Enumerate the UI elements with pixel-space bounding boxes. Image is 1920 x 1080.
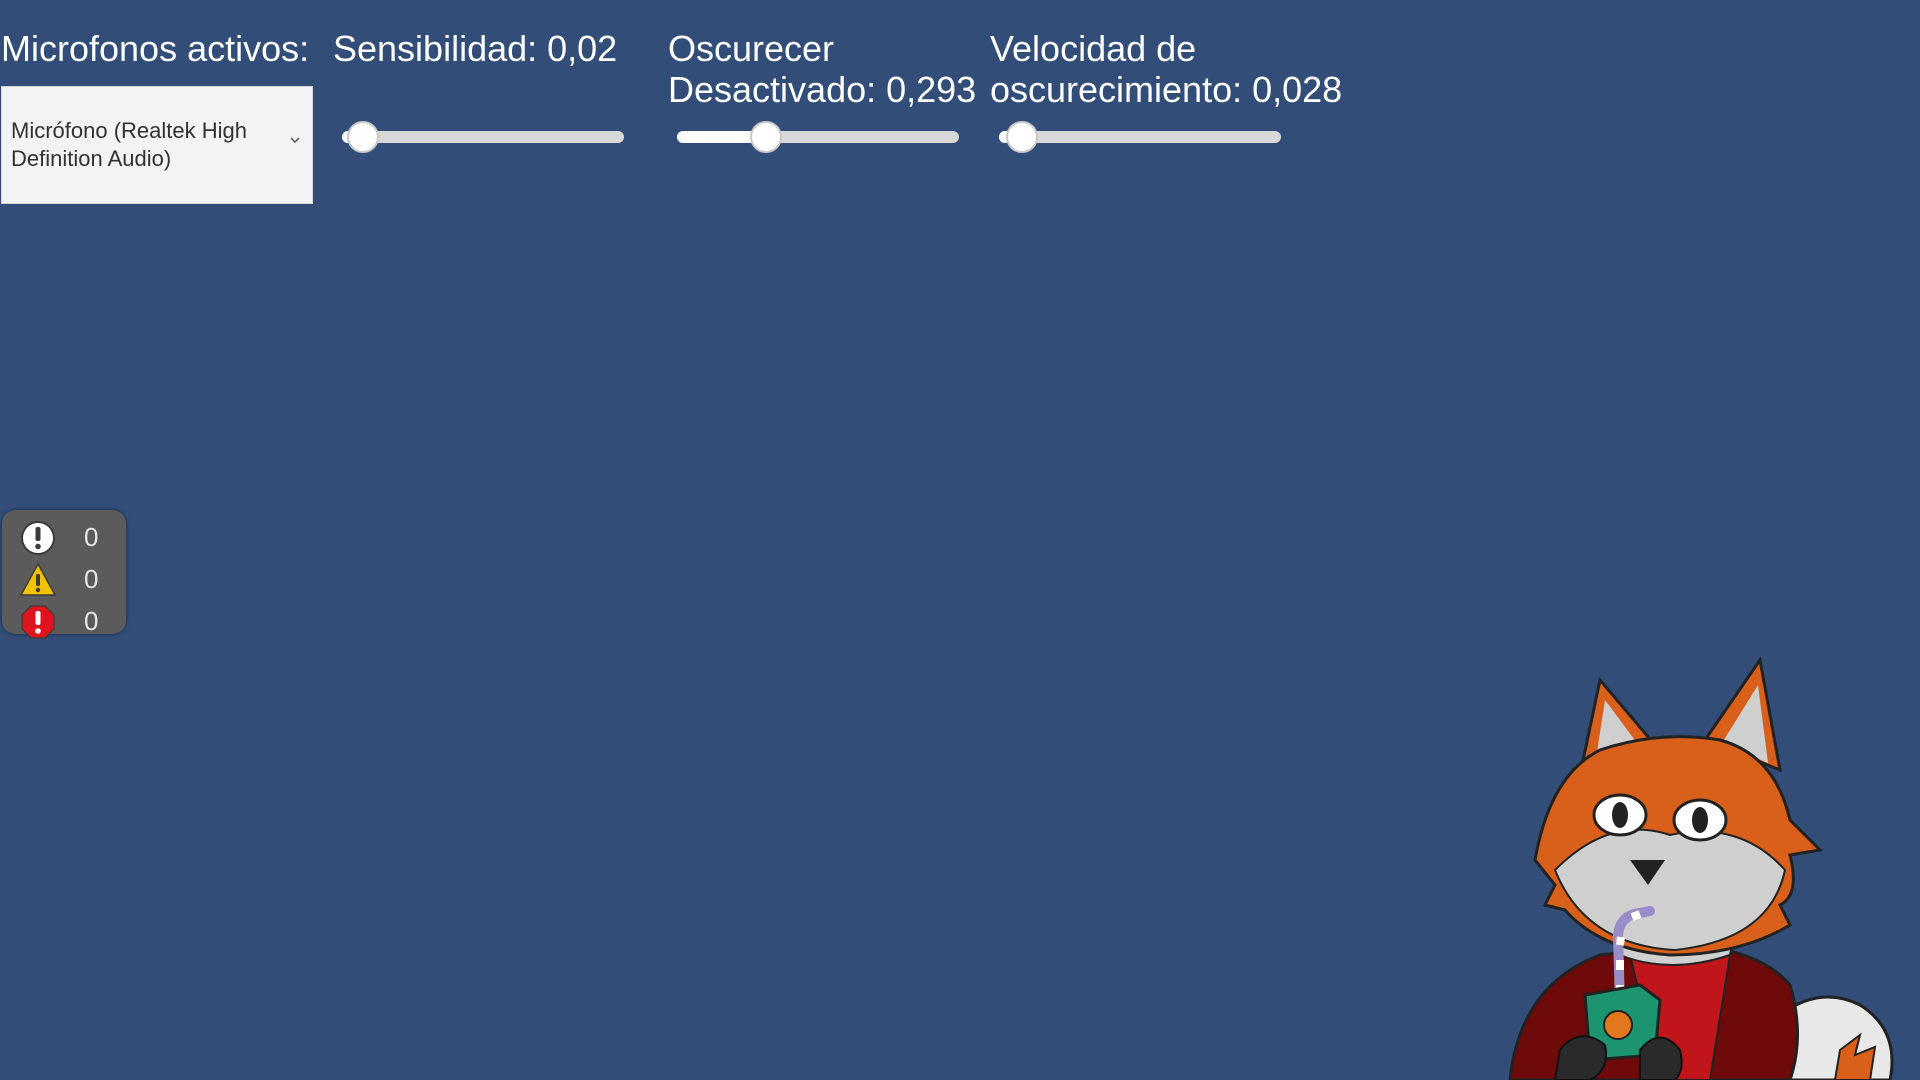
darken-off-label-line1: Oscurecer	[668, 28, 835, 69]
error-icon	[21, 605, 55, 639]
app-root: Microfonos activos: Micrófono (Realtek H…	[0, 0, 1920, 1080]
slider-handle[interactable]	[750, 121, 783, 153]
console-log-counter[interactable]: 0 0 0	[2, 510, 126, 639]
microphone-dropdown[interactable]: Micrófono (Realtek High Definition Audio…	[1, 86, 313, 204]
darken-speed-label-line1: Velocidad de	[990, 28, 1197, 69]
console-error-row[interactable]: 0	[20, 604, 120, 640]
sensitivity-slider[interactable]	[342, 117, 624, 157]
error-count: 0	[84, 606, 99, 636]
slider-handle[interactable]	[1006, 121, 1038, 153]
info-count: 0	[84, 522, 99, 552]
chevron-down-icon	[290, 137, 300, 144]
info-icon	[21, 521, 55, 555]
console-warning-row[interactable]: 0	[20, 562, 120, 598]
darken-speed-label-line2: oscurecimiento: 0,028	[990, 69, 1343, 110]
slider-track	[342, 131, 624, 143]
warning-count: 0	[84, 564, 99, 594]
slider-handle[interactable]	[347, 121, 379, 153]
warning-icon	[20, 562, 56, 596]
darken-speed-slider[interactable]	[999, 117, 1281, 157]
sensitivity-label: Sensibilidad: 0,02	[333, 28, 618, 69]
microphone-dropdown-value: Micrófono (Realtek High Definition Audio…	[11, 118, 247, 171]
console-info-row[interactable]: 0	[20, 520, 120, 556]
microphones-label: Microfonos activos:	[1, 28, 310, 69]
fox-mascot-image	[1508, 656, 1894, 1080]
slider-track	[999, 131, 1281, 143]
darken-off-label-line2: Desactivado: 0,293	[668, 69, 977, 110]
darken-off-slider[interactable]	[677, 117, 959, 157]
